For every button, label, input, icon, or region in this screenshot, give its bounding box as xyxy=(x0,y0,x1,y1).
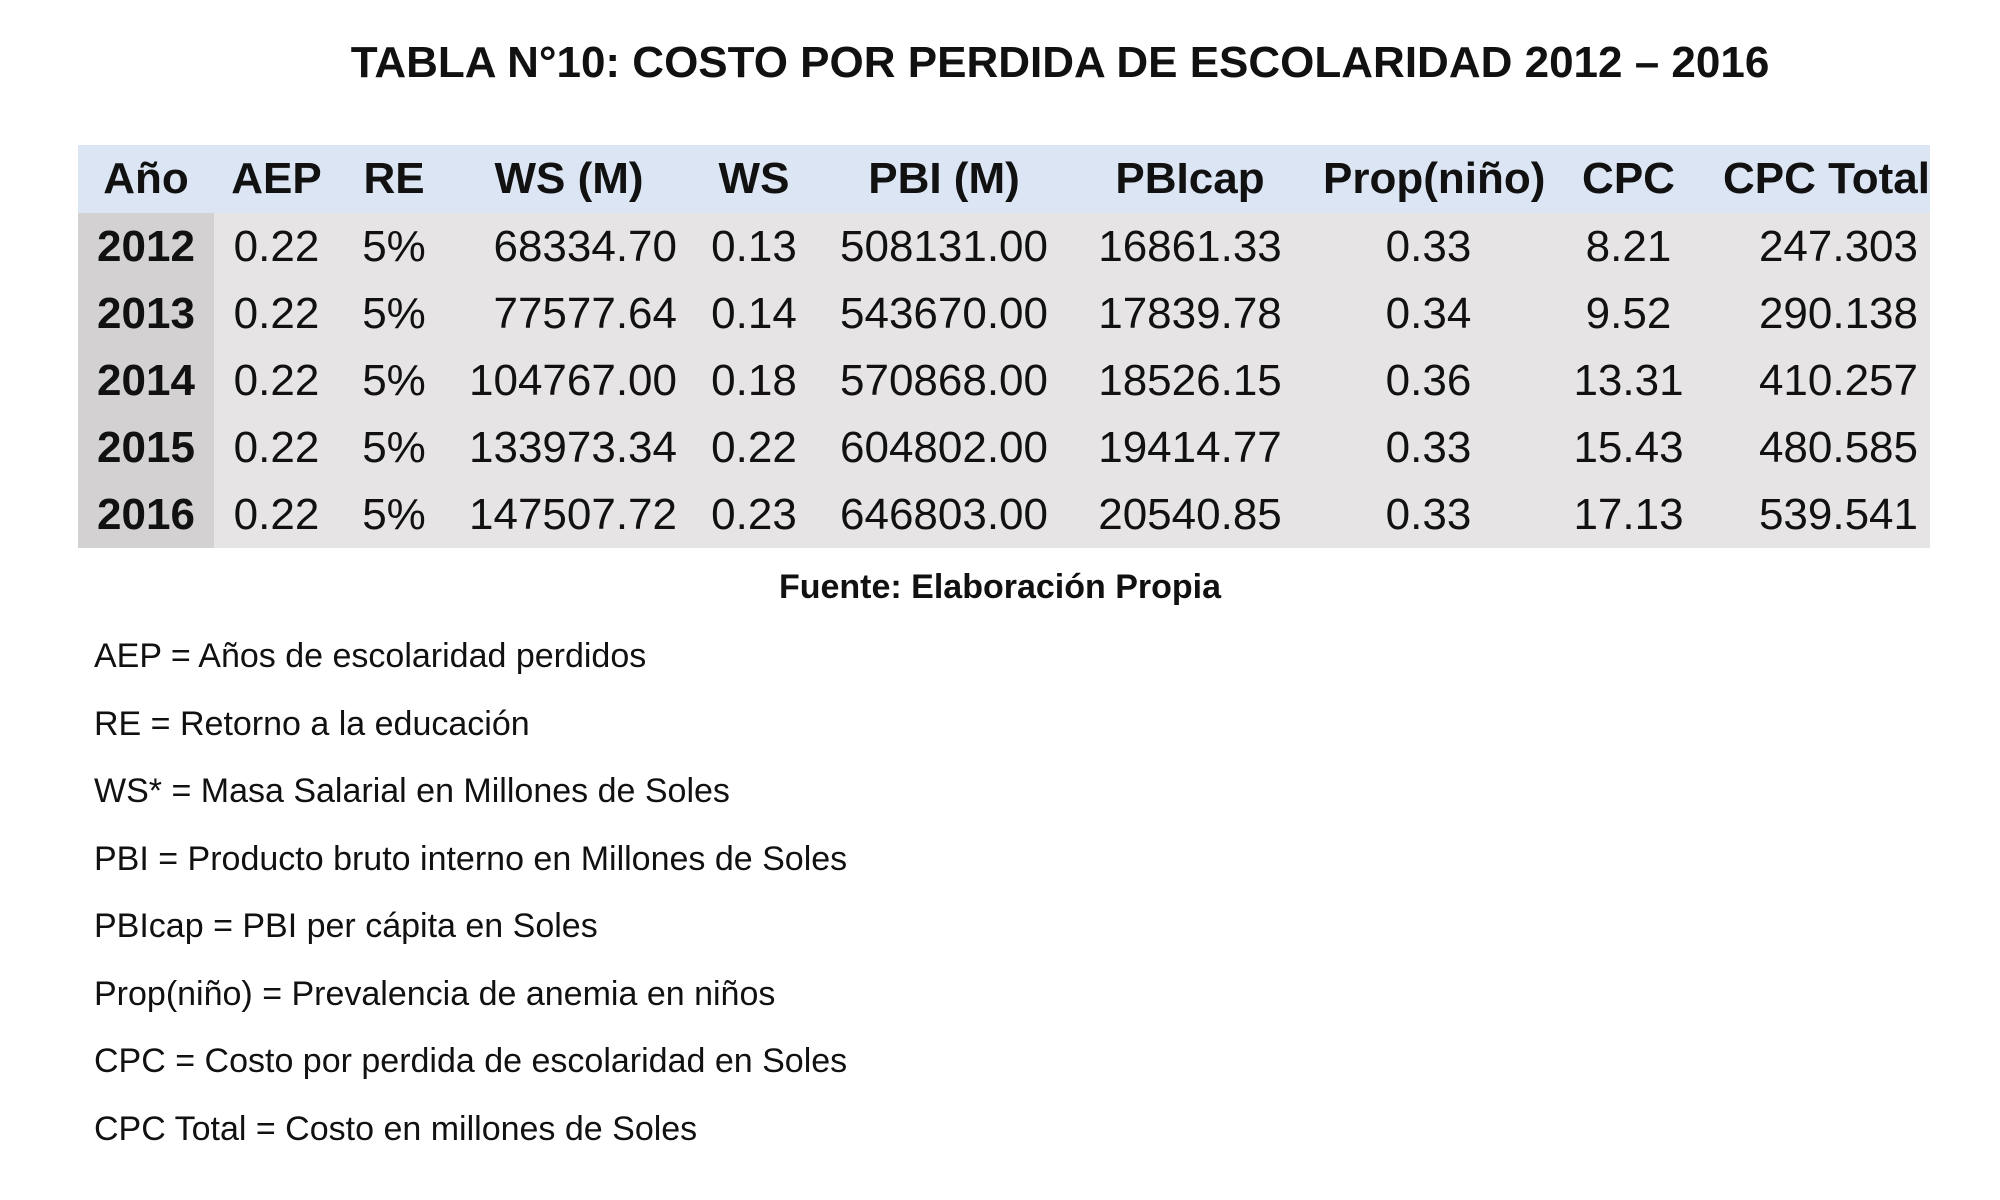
legend-item-prop-nino: Prop(niño) = Prevalencia de anemia en ni… xyxy=(94,974,776,1013)
cell-ws: 0.18 xyxy=(711,355,797,405)
cell-year: 2014 xyxy=(78,347,214,414)
legend-item-pbi: PBI = Producto bruto interno en Millones… xyxy=(94,839,848,878)
cell-aep: 0.22 xyxy=(233,221,320,271)
header-ws-m: WS (M) xyxy=(494,154,644,203)
cell-ws: 0.13 xyxy=(711,221,797,271)
legend-item-cpc-total: CPC Total = Costo en millones de Soles xyxy=(94,1109,698,1148)
cell-pbi-m: 570868.00 xyxy=(840,355,1048,405)
cell-ws-m: 133973.34 xyxy=(469,422,677,472)
cell-year: 2012 xyxy=(78,213,214,280)
cell-cpc: 15.43 xyxy=(1573,422,1684,472)
cell-cpc-total: 410.257 xyxy=(1758,355,1918,405)
cell-year: 2013 xyxy=(78,280,214,347)
cell-pbi-m: 646803.00 xyxy=(840,489,1048,539)
header-pbicap: PBIcap xyxy=(1115,154,1265,203)
header-prop-nino: Prop(niño) xyxy=(1323,154,1546,203)
cell-ws: 0.14 xyxy=(711,288,797,338)
cell-prop-nino: 0.33 xyxy=(1385,422,1472,472)
table-row: 2014 0.22 5% 104767.00 0.18 570868.00 18… xyxy=(78,347,1930,414)
table-title: TABLA N°10: COSTO POR PERDIDA DE ESCOLAR… xyxy=(350,38,1770,87)
cost-table: Año AEP RE WS (M) WS PBI (M) PBIcap Prop… xyxy=(78,145,1930,548)
cell-prop-nino: 0.36 xyxy=(1385,355,1472,405)
cell-re: 5% xyxy=(362,288,426,338)
header-aep: AEP xyxy=(231,154,322,203)
cell-re: 5% xyxy=(362,221,426,271)
cell-prop-nino: 0.33 xyxy=(1385,489,1472,539)
cell-aep: 0.22 xyxy=(233,489,320,539)
table-row: 2016 0.22 5% 147507.72 0.23 646803.00 20… xyxy=(78,481,1930,548)
cell-cpc-total: 290.138 xyxy=(1758,288,1918,338)
cell-ws: 0.22 xyxy=(711,422,797,472)
cell-pbi-m: 508131.00 xyxy=(840,221,1048,271)
cell-cpc: 17.13 xyxy=(1573,489,1684,539)
cell-pbicap: 20540.85 xyxy=(1098,489,1282,539)
header-pbi-m: PBI (M) xyxy=(868,154,1020,203)
cell-year: 2016 xyxy=(78,481,214,548)
cell-ws: 0.23 xyxy=(711,489,797,539)
cell-cpc: 9.52 xyxy=(1585,288,1672,338)
cell-cpc: 13.31 xyxy=(1573,355,1684,405)
cell-cpc-total: 539.541 xyxy=(1758,489,1918,539)
cell-year: 2015 xyxy=(78,414,214,481)
cell-re: 5% xyxy=(362,422,426,472)
cell-prop-nino: 0.33 xyxy=(1385,221,1472,271)
cell-aep: 0.22 xyxy=(233,288,320,338)
cell-aep: 0.22 xyxy=(233,355,320,405)
table-row: 2012 0.22 5% 68334.70 0.13 508131.00 168… xyxy=(78,213,1930,280)
legend-item-cpc: CPC = Costo por perdida de escolaridad e… xyxy=(94,1042,848,1080)
cell-cpc: 8.21 xyxy=(1585,221,1672,271)
header-ano: Año xyxy=(103,154,189,203)
header-cpc-total: CPC Total xyxy=(1723,154,1930,203)
legend-item-aep: AEP = Años de escolaridad perdidos xyxy=(94,637,647,675)
source-note: Fuente: Elaboración Propia xyxy=(778,568,1222,606)
cell-ws-m: 77577.64 xyxy=(493,288,677,338)
abbreviation-legend: AEP = Años de escolaridad perdidos RE = … xyxy=(94,632,847,1172)
cell-cpc-total: 480.585 xyxy=(1758,422,1918,472)
table-row: 2013 0.22 5% 77577.64 0.14 543670.00 178… xyxy=(78,280,1930,347)
header-re: RE xyxy=(363,154,425,203)
cell-re: 5% xyxy=(362,355,426,405)
legend-item-re: RE = Retorno a la educación xyxy=(94,704,530,743)
cell-pbi-m: 543670.00 xyxy=(840,288,1048,338)
cell-ws-m: 104767.00 xyxy=(469,355,677,405)
header-ws: WS xyxy=(718,154,790,203)
cell-pbicap: 18526.15 xyxy=(1098,355,1282,405)
cell-pbicap: 17839.78 xyxy=(1098,288,1282,338)
cell-pbicap: 16861.33 xyxy=(1098,221,1282,271)
legend-item-ws: WS* = Masa Salarial en Millones de Soles xyxy=(94,772,730,810)
legend-item-pbicap: PBIcap = PBI per cápita en Soles xyxy=(94,907,598,945)
header-cpc: CPC xyxy=(1582,154,1675,203)
table-header-row: Año AEP RE WS (M) WS PBI (M) PBIcap Prop… xyxy=(78,145,1930,213)
cell-cpc-total: 247.303 xyxy=(1758,221,1918,271)
cell-re: 5% xyxy=(362,489,426,539)
cell-aep: 0.22 xyxy=(233,422,320,472)
cell-ws-m: 147507.72 xyxy=(469,489,677,539)
table-row: 2015 0.22 5% 133973.34 0.22 604802.00 19… xyxy=(78,414,1930,481)
cell-ws-m: 68334.70 xyxy=(493,221,677,271)
cell-pbicap: 19414.77 xyxy=(1098,422,1282,472)
cell-prop-nino: 0.34 xyxy=(1385,288,1472,338)
cell-pbi-m: 604802.00 xyxy=(840,422,1048,472)
